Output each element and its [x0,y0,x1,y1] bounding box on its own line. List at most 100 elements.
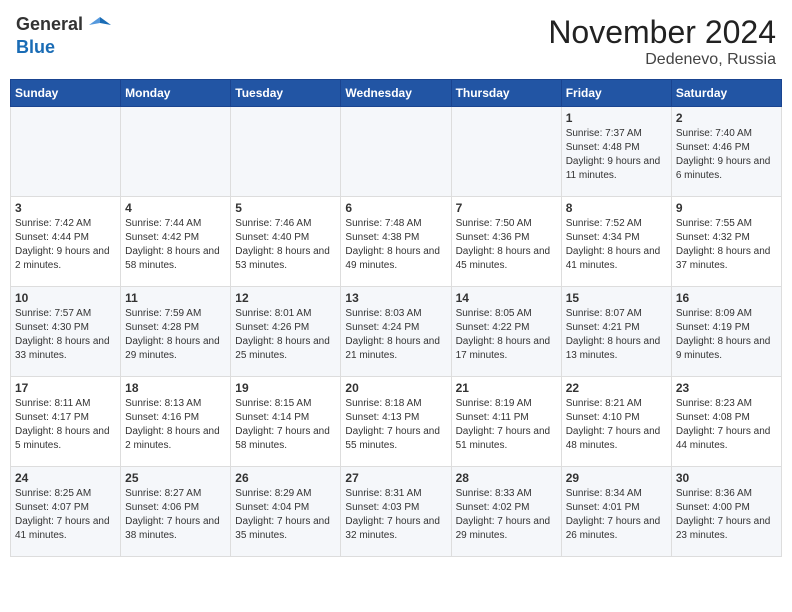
table-row: 12Sunrise: 8:01 AMSunset: 4:26 PMDayligh… [231,287,341,377]
calendar-header-row: Sunday Monday Tuesday Wednesday Thursday… [11,80,782,107]
table-row: 17Sunrise: 8:11 AMSunset: 4:17 PMDayligh… [11,377,121,467]
table-row [121,107,231,197]
day-number: 28 [456,471,557,485]
day-info: Sunrise: 8:15 AMSunset: 4:14 PMDaylight:… [235,397,336,453]
table-row: 2 Sunrise: 7:40 AMSunset: 4:46 PMDaylight… [671,107,781,197]
logo-text: General Blue [16,14,112,58]
header-sunday: Sunday [11,80,121,107]
calendar-week-row: 3Sunrise: 7:42 AMSunset: 4:44 PMDaylight… [11,197,782,287]
day-info: Sunrise: 8:01 AMSunset: 4:26 PMDaylight:… [235,307,336,363]
day-info: Sunrise: 8:31 AMSunset: 4:03 PMDaylight:… [345,487,446,543]
day-info: Sunrise: 7:52 AMSunset: 4:34 PMDaylight:… [566,217,667,273]
day-number: 25 [125,471,226,485]
table-row: 4 Sunrise: 7:44 AMSunset: 4:42 PMDaylight… [121,197,231,287]
day-number: 2 [676,111,777,125]
logo: General Blue [16,14,112,58]
day-info: Sunrise: 7:57 AMSunset: 4:30 PMDaylight:… [15,307,116,363]
table-row: 20 Sunrise: 8:18 AMSunset: 4:13 PMDayligh… [341,377,451,467]
table-row: 11 Sunrise: 7:59 AMSunset: 4:28 PMDayligh… [121,287,231,377]
table-row: 3Sunrise: 7:42 AMSunset: 4:44 PMDaylight… [11,197,121,287]
day-info: Sunrise: 8:34 AMSunset: 4:01 PMDaylight:… [566,487,667,543]
table-row: 8 Sunrise: 7:52 AMSunset: 4:34 PMDaylight… [561,197,671,287]
day-number: 7 [456,201,557,215]
day-number: 20 [345,381,446,395]
table-row: 24Sunrise: 8:25 AMSunset: 4:07 PMDayligh… [11,467,121,557]
day-number: 30 [676,471,777,485]
day-info: Sunrise: 7:59 AMSunset: 4:28 PMDaylight:… [125,307,226,363]
day-number: 21 [456,381,557,395]
table-row: 23 Sunrise: 8:23 AMSunset: 4:08 PMDayligh… [671,377,781,467]
calendar-week-row: 1 Sunrise: 7:37 AMSunset: 4:48 PMDaylight… [11,107,782,197]
day-info: Sunrise: 7:37 AMSunset: 4:48 PMDaylight:… [566,127,667,183]
table-row: 14Sunrise: 8:05 AMSunset: 4:22 PMDayligh… [451,287,561,377]
day-number: 19 [235,381,336,395]
table-row: 10 Sunrise: 7:57 AMSunset: 4:30 PMDayligh… [11,287,121,377]
calendar-week-row: 17Sunrise: 8:11 AMSunset: 4:17 PMDayligh… [11,377,782,467]
table-row [231,107,341,197]
header-monday: Monday [121,80,231,107]
day-number: 4 [125,201,226,215]
day-number: 18 [125,381,226,395]
day-number: 11 [125,291,226,305]
calendar-week-row: 24Sunrise: 8:25 AMSunset: 4:07 PMDayligh… [11,467,782,557]
table-row [11,107,121,197]
day-info: Sunrise: 8:27 AMSunset: 4:06 PMDaylight:… [125,487,226,543]
day-number: 5 [235,201,336,215]
day-number: 24 [15,471,116,485]
table-row: 27 Sunrise: 8:31 AMSunset: 4:03 PMDayligh… [341,467,451,557]
day-info: Sunrise: 7:46 AMSunset: 4:40 PMDaylight:… [235,217,336,273]
title-block: November 2024 Dedenevo, Russia [548,14,776,69]
day-info: Sunrise: 7:40 AMSunset: 4:46 PMDaylight:… [676,127,777,183]
day-info: Sunrise: 8:36 AMSunset: 4:00 PMDaylight:… [676,487,777,543]
table-row: 9 Sunrise: 7:55 AMSunset: 4:32 PMDaylight… [671,197,781,287]
day-number: 27 [345,471,446,485]
day-number: 8 [566,201,667,215]
table-row: 26Sunrise: 8:29 AMSunset: 4:04 PMDayligh… [231,467,341,557]
table-row: 19 Sunrise: 8:15 AMSunset: 4:14 PMDayligh… [231,377,341,467]
day-number: 6 [345,201,446,215]
day-number: 13 [345,291,446,305]
table-row: 7Sunrise: 7:50 AMSunset: 4:36 PMDaylight… [451,197,561,287]
day-info: Sunrise: 8:33 AMSunset: 4:02 PMDaylight:… [456,487,557,543]
header-wednesday: Wednesday [341,80,451,107]
location-title: Dedenevo, Russia [548,51,776,69]
day-info: Sunrise: 8:19 AMSunset: 4:11 PMDaylight:… [456,397,557,453]
header-saturday: Saturday [671,80,781,107]
day-info: Sunrise: 8:18 AMSunset: 4:13 PMDaylight:… [345,397,446,453]
day-info: Sunrise: 8:05 AMSunset: 4:22 PMDaylight:… [456,307,557,363]
day-info: Sunrise: 8:03 AMSunset: 4:24 PMDaylight:… [345,307,446,363]
day-info: Sunrise: 7:55 AMSunset: 4:32 PMDaylight:… [676,217,777,273]
day-number: 9 [676,201,777,215]
table-row: 6Sunrise: 7:48 AMSunset: 4:38 PMDaylight… [341,197,451,287]
header-friday: Friday [561,80,671,107]
table-row [341,107,451,197]
header-thursday: Thursday [451,80,561,107]
page-header: General Blue November 2024 Dedenevo, Rus… [10,10,782,73]
table-row: 5 Sunrise: 7:46 AMSunset: 4:40 PMDaylight… [231,197,341,287]
day-number: 26 [235,471,336,485]
day-number: 16 [676,291,777,305]
day-info: Sunrise: 8:09 AMSunset: 4:19 PMDaylight:… [676,307,777,363]
day-info: Sunrise: 8:23 AMSunset: 4:08 PMDaylight:… [676,397,777,453]
day-info: Sunrise: 7:44 AMSunset: 4:42 PMDaylight:… [125,217,226,273]
table-row [451,107,561,197]
day-number: 15 [566,291,667,305]
table-row: 18 Sunrise: 8:13 AMSunset: 4:16 PMDayligh… [121,377,231,467]
day-info: Sunrise: 8:13 AMSunset: 4:16 PMDaylight:… [125,397,226,453]
logo-general: General [16,14,83,34]
table-row: 13 Sunrise: 8:03 AMSunset: 4:24 PMDayligh… [341,287,451,377]
day-number: 29 [566,471,667,485]
calendar-week-row: 10 Sunrise: 7:57 AMSunset: 4:30 PMDayligh… [11,287,782,377]
logo-bird-icon [89,15,111,37]
table-row: 21 Sunrise: 8:19 AMSunset: 4:11 PMDayligh… [451,377,561,467]
day-number: 10 [15,291,116,305]
day-number: 17 [15,381,116,395]
day-info: Sunrise: 7:42 AMSunset: 4:44 PMDaylight:… [15,217,116,273]
day-number: 23 [676,381,777,395]
logo-blue: Blue [16,37,55,57]
table-row: 25 Sunrise: 8:27 AMSunset: 4:06 PMDayligh… [121,467,231,557]
table-row: 16 Sunrise: 8:09 AMSunset: 4:19 PMDayligh… [671,287,781,377]
month-title: November 2024 [548,14,776,51]
table-row: 29 Sunrise: 8:34 AMSunset: 4:01 PMDayligh… [561,467,671,557]
day-number: 1 [566,111,667,125]
